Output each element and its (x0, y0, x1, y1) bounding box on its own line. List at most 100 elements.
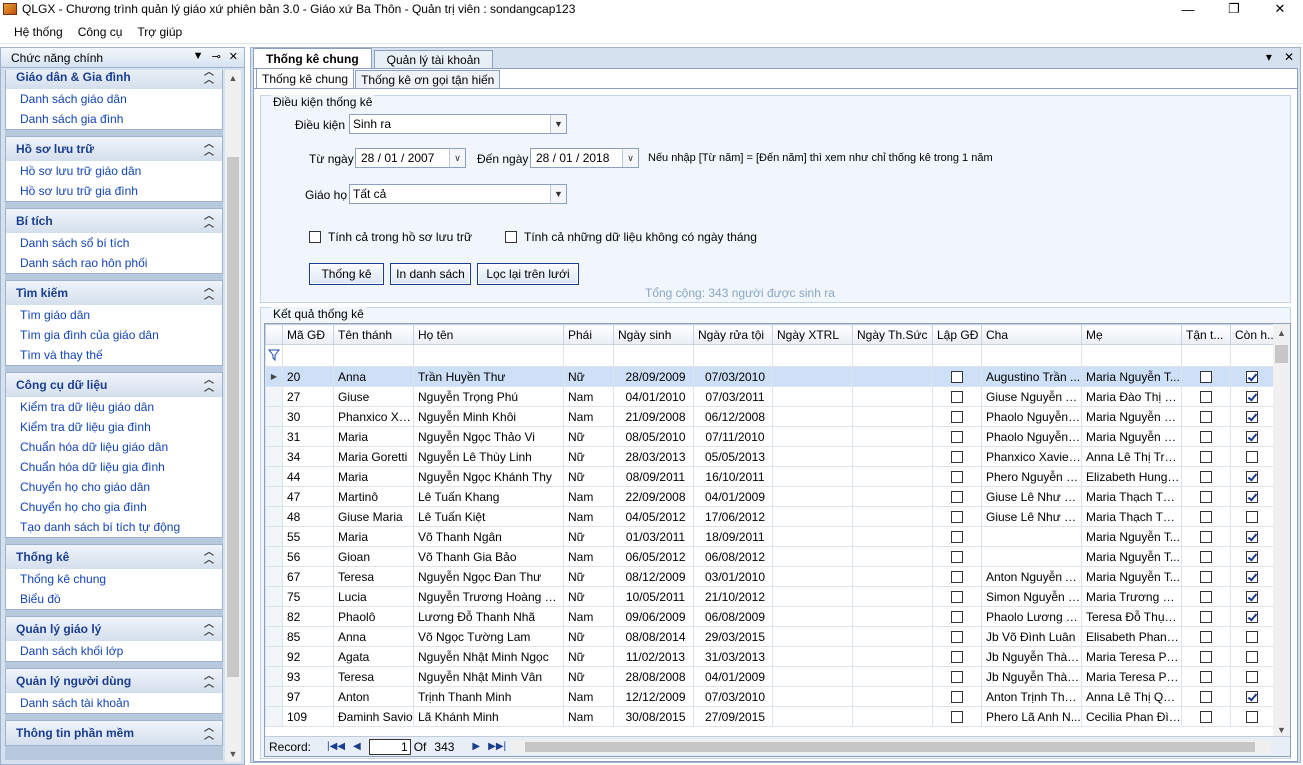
table-cell[interactable]: 07/03/2010 (693, 366, 773, 387)
table-cell-checkbox[interactable] (1230, 466, 1274, 487)
table-cell[interactable]: Giuse Lê Như Khôi (981, 486, 1082, 507)
table-cell[interactable]: 67 (282, 566, 334, 587)
collapse-icon[interactable]: ︿ ︿ (204, 70, 214, 86)
unchecked-icon[interactable] (1246, 511, 1258, 524)
nodate-checkbox[interactable]: Tính cả những dữ liệu không có ngày thán… (505, 230, 757, 244)
chevron-down-icon[interactable]: ∨ (449, 149, 465, 167)
unchecked-icon[interactable] (951, 591, 963, 604)
table-cell[interactable]: Giuse Lê Như Khôi (981, 506, 1082, 527)
column-header[interactable]: Ngày Th.Sức (852, 324, 933, 345)
unchecked-icon[interactable] (1200, 611, 1212, 624)
table-cell[interactable] (852, 686, 933, 707)
print-list-button[interactable]: In danh sách (390, 263, 471, 285)
row-indicator[interactable] (265, 586, 283, 607)
chevron-down-icon[interactable]: ▼ (550, 185, 566, 203)
table-cell[interactable] (852, 386, 933, 407)
table-cell[interactable] (772, 486, 853, 507)
row-indicator[interactable] (265, 546, 283, 567)
table-cell[interactable]: 28/09/2009 (613, 366, 694, 387)
subtab-vocation[interactable]: Thống kê ơn gọi tận hiến (355, 70, 501, 88)
table-cell[interactable] (772, 626, 853, 647)
condition-select[interactable]: Sinh ra ▼ (349, 114, 567, 134)
table-cell-checkbox[interactable] (1181, 586, 1231, 607)
checkbox-box[interactable] (309, 231, 321, 243)
table-row[interactable]: 75 Lucia Nguyễn Trương Hoàng Kim Nữ 10/05/20… (265, 586, 1274, 607)
table-cell[interactable] (852, 426, 933, 447)
dropdown-icon[interactable]: ▼ (193, 50, 204, 63)
table-cell[interactable]: 07/03/2010 (693, 686, 773, 707)
table-cell-checkbox[interactable] (1230, 486, 1274, 507)
close-icon[interactable]: ✕ (1257, 0, 1303, 18)
table-cell[interactable] (852, 406, 933, 427)
unchecked-icon[interactable] (951, 411, 963, 424)
table-cell-checkbox[interactable] (1181, 546, 1231, 567)
table-cell[interactable]: 06/05/2012 (613, 546, 694, 567)
row-indicator[interactable] (265, 686, 283, 707)
table-cell[interactable]: 04/01/2009 (693, 666, 773, 687)
nav-item[interactable]: Hồ sơ lưu trữ gia đình (6, 181, 222, 201)
table-cell[interactable]: Lã Khánh Minh (413, 706, 564, 727)
table-cell-checkbox[interactable] (1230, 646, 1274, 667)
stats-button[interactable]: Thống kê (309, 263, 384, 285)
table-row[interactable]: 109 Đaminh Savio Lã Khánh Minh Nam 30/08/201… (265, 706, 1274, 727)
table-cell[interactable]: Maria Nguyễn N... (1081, 426, 1182, 447)
collapse-icon[interactable]: ︿ ︿ (204, 724, 214, 742)
table-cell[interactable]: Maria Nguyễn T... (1081, 546, 1182, 567)
chevron-down-icon[interactable]: ▼ (550, 115, 566, 133)
table-cell[interactable]: Teresa Đỗ Thụy ... (1081, 606, 1182, 627)
table-cell[interactable]: Maria Thạch Thị ... (1081, 506, 1182, 527)
table-cell[interactable]: Phaolo Nguyễn ... (981, 426, 1082, 447)
row-indicator[interactable] (265, 626, 283, 647)
collapse-icon[interactable]: ︿ ︿ (204, 212, 214, 230)
nav-item[interactable]: Danh sách khối lớp (6, 641, 222, 661)
menu-help[interactable]: Trợ giúp (131, 25, 191, 39)
unchecked-icon[interactable] (951, 631, 963, 644)
table-cell-checkbox[interactable] (1181, 646, 1231, 667)
table-row[interactable]: 97 Anton Trịnh Thanh Minh Nam 12/12/2009 07/0… (265, 686, 1274, 707)
table-cell[interactable]: Maria Nguyễn T... (1081, 366, 1182, 387)
table-cell-checkbox[interactable] (1230, 426, 1274, 447)
table-cell[interactable]: Anton Trịnh Tha... (981, 686, 1082, 707)
nav-item[interactable]: Danh sách rao hôn phối (6, 253, 222, 273)
table-cell[interactable] (772, 686, 853, 707)
table-cell-checkbox[interactable] (1181, 406, 1231, 427)
menu-system[interactable]: Hệ thống (0, 25, 72, 39)
unchecked-icon[interactable] (1200, 551, 1212, 564)
checked-icon[interactable] (1246, 391, 1258, 404)
table-cell[interactable]: Phanxico Xavie ... (981, 446, 1082, 467)
row-indicator[interactable] (265, 666, 283, 687)
unchecked-icon[interactable] (1200, 451, 1212, 464)
nav-item[interactable]: Tạo danh sách bí tích tự động (6, 517, 222, 537)
table-cell[interactable]: 06/12/2008 (693, 406, 773, 427)
table-cell[interactable]: Nam (563, 486, 614, 507)
table-cell-checkbox[interactable] (1181, 506, 1231, 527)
nav-item[interactable]: Chuyển họ cho gia đình (6, 497, 222, 517)
column-header[interactable]: Còn h... (1230, 324, 1274, 345)
table-cell[interactable] (772, 506, 853, 527)
table-cell[interactable]: 28/03/2013 (613, 446, 694, 467)
table-cell-checkbox[interactable] (1230, 526, 1274, 547)
table-cell[interactable]: Nguyễn Trương Hoàng Kim (413, 586, 564, 607)
table-cell[interactable]: Anna (333, 626, 414, 647)
current-row-icon[interactable]: ▶ (265, 366, 283, 387)
unchecked-icon[interactable] (951, 551, 963, 564)
table-cell[interactable]: 08/05/2010 (613, 426, 694, 447)
collapse-icon[interactable]: ︿ ︿ (204, 548, 214, 566)
nav-group-header[interactable]: Hồ sơ lưu trữ ︿ ︿ (6, 137, 222, 161)
column-header[interactable]: Tận t... (1181, 324, 1231, 345)
table-cell-checkbox[interactable] (1181, 426, 1231, 447)
table-cell[interactable]: Lê Tuấn Kiệt (413, 506, 564, 527)
filter-cell[interactable] (693, 344, 773, 367)
nav-group-header[interactable]: Thông tin phần mềm ︿ ︿ (6, 721, 222, 745)
table-cell[interactable]: Nam (563, 606, 614, 627)
table-row[interactable]: 82 Phaolô Lương Đỗ Thanh Nhã Nam 09/06/2009 0… (265, 606, 1274, 627)
unchecked-icon[interactable] (951, 491, 963, 504)
unchecked-icon[interactable] (1200, 491, 1212, 504)
unchecked-icon[interactable] (951, 471, 963, 484)
table-cell[interactable]: Phaolo Nguyễn ... (981, 406, 1082, 427)
table-cell-checkbox[interactable] (932, 466, 982, 487)
table-cell[interactable] (852, 526, 933, 547)
table-cell[interactable]: Trần Huyền Thư (413, 366, 564, 387)
filter-cell[interactable] (772, 344, 853, 367)
table-cell[interactable]: Nguyễn Ngọc Đan Thư (413, 566, 564, 587)
